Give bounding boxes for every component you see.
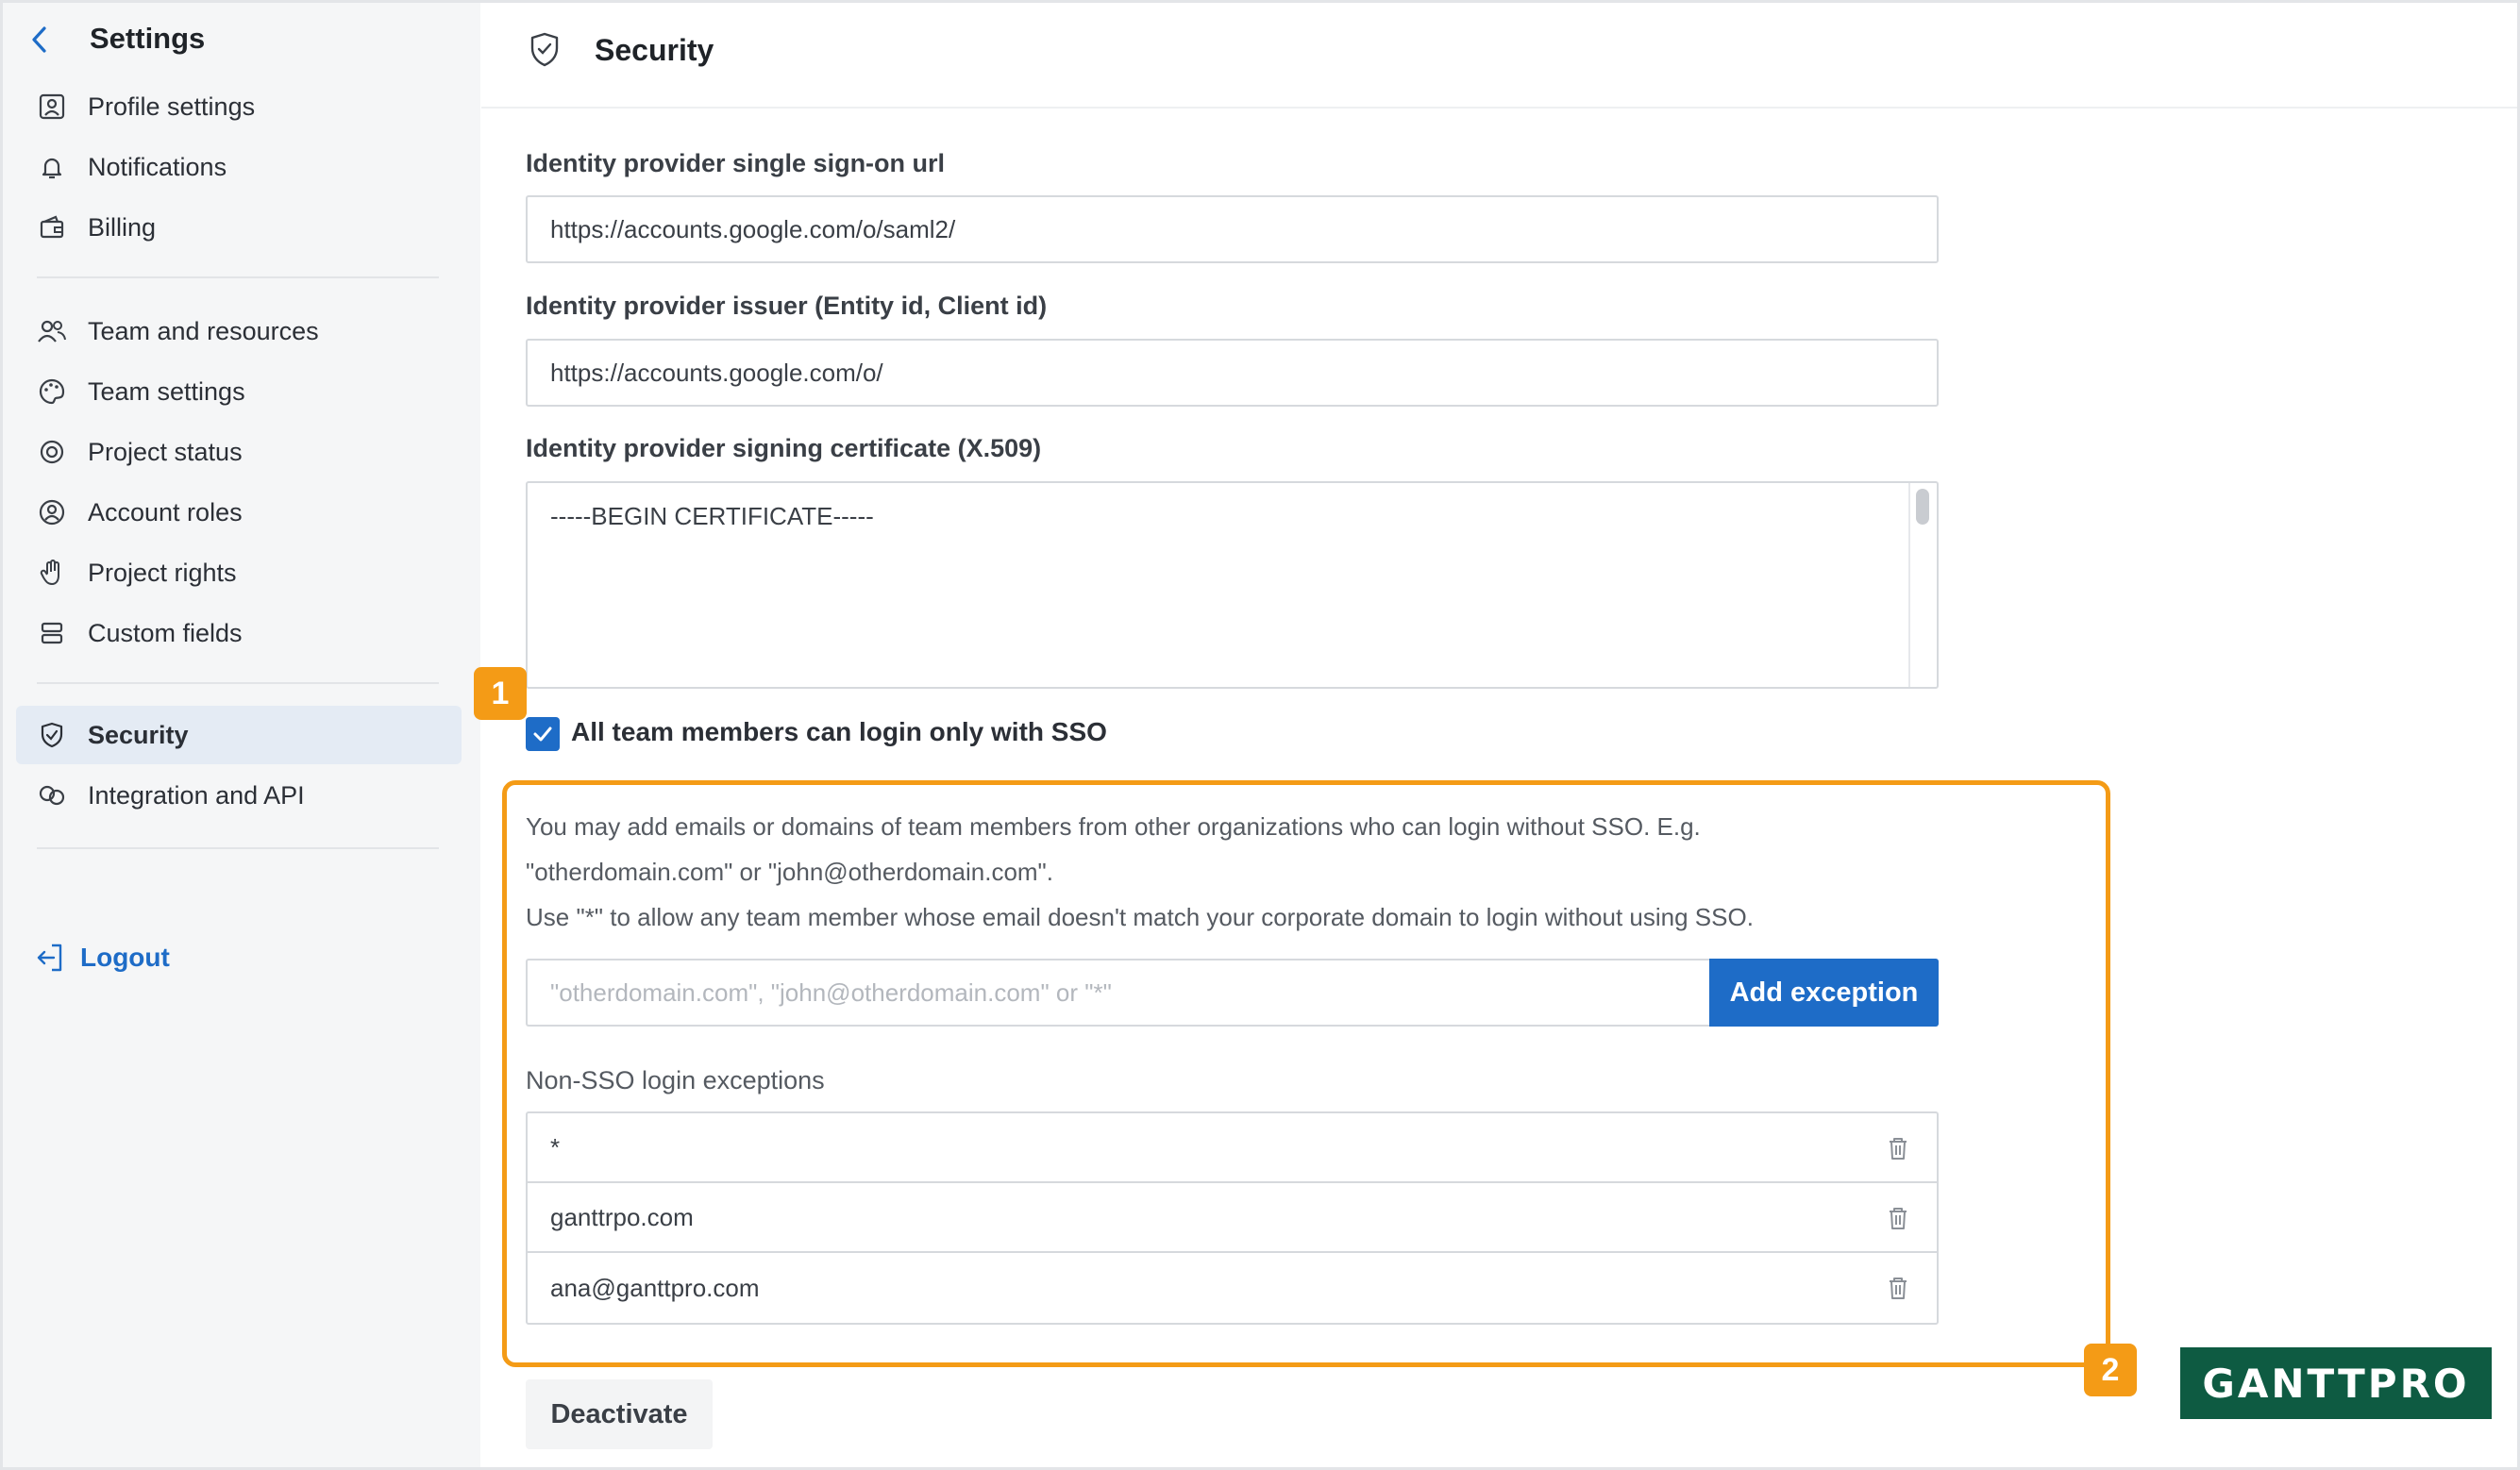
sidebar-item-label: Custom fields [88, 618, 243, 647]
add-exception-button[interactable]: Add exception [1709, 959, 1939, 1027]
exception-row: * [528, 1113, 1937, 1183]
integration-icon [35, 778, 69, 812]
sidebar-item-label: Notifications [88, 152, 227, 181]
wallet-icon [35, 210, 69, 244]
sidebar-item-team-and-resources[interactable]: Team and resources [16, 302, 462, 360]
sidebar-item-label: Billing [88, 212, 157, 242]
logout-label: Logout [80, 943, 170, 972]
shield-icon [529, 31, 563, 69]
trash-icon[interactable] [1884, 1274, 1912, 1302]
help-line: "otherdomain.com" or "john@otherdomain.c… [526, 858, 1054, 886]
exception-value: ana@ganttpro.com [550, 1273, 760, 1302]
exceptions-help-text: You may add emails or domains of team me… [526, 804, 2083, 940]
sidebar-item-notifications[interactable]: Notifications [16, 138, 462, 196]
exception-value: ganttrpo.com [550, 1202, 694, 1231]
exceptions-list: * ganttrpo.com ana@ganttpro.com [526, 1111, 1939, 1325]
user-circle-icon [35, 495, 69, 529]
back-button[interactable] [24, 24, 56, 56]
page-title: Security [595, 33, 714, 67]
help-line: Use "*" to allow any team member whose e… [526, 903, 1754, 931]
sidebar-title: Settings [90, 22, 206, 55]
sidebar-item-label: Account roles [88, 497, 243, 526]
hand-icon [35, 556, 69, 590]
sidebar-item-label: Security [88, 720, 189, 749]
bell-icon [35, 150, 69, 184]
sso-url-label: Identity provider single sign-on url [526, 149, 946, 177]
sidebar-divider [37, 276, 439, 278]
sidebar-item-label: Team and resources [88, 316, 319, 345]
sidebar-item-integration-and-api[interactable]: Integration and API [16, 766, 462, 825]
trash-icon[interactable] [1884, 1204, 1912, 1232]
exceptions-list-label: Non-SSO login exceptions [526, 1066, 825, 1094]
annotation-badge-1: 1 [474, 667, 527, 720]
shield-icon [35, 718, 69, 752]
profile-icon [35, 90, 69, 124]
status-icon [35, 435, 69, 469]
chevron-left-icon [32, 26, 46, 53]
sidebar-item-label: Profile settings [88, 92, 256, 121]
sidebar-item-security[interactable]: Security [16, 706, 462, 764]
exception-row: ganttrpo.com [528, 1183, 1937, 1253]
certificate-text: -----BEGIN CERTIFICATE----- [550, 502, 874, 530]
users-icon [35, 314, 69, 348]
sidebar-item-label: Integration and API [88, 780, 305, 810]
logout-link[interactable]: Logout [35, 942, 170, 974]
sidebar-divider [37, 847, 439, 849]
sidebar-item-project-rights[interactable]: Project rights [16, 543, 462, 602]
sidebar-item-custom-fields[interactable]: Custom fields [16, 604, 462, 662]
settings-sidebar: Settings Profile settings Notifications … [3, 3, 480, 1467]
sidebar-item-label: Project status [88, 437, 243, 466]
certificate-textarea[interactable]: -----BEGIN CERTIFICATE----- [526, 481, 1939, 689]
sso-only-label: All team members can login only with SSO [571, 717, 1107, 746]
certificate-label: Identity provider signing certificate (X… [526, 434, 1042, 462]
exception-row: ana@ganttpro.com [528, 1253, 1937, 1323]
page-header: Security [481, 3, 2517, 109]
issuer-input[interactable]: https://accounts.google.com/o/ [526, 339, 1939, 407]
exception-input[interactable]: "otherdomain.com", "john@otherdomain.com… [526, 959, 1710, 1027]
issuer-label: Identity provider issuer (Entity id, Cli… [526, 292, 1048, 320]
sidebar-item-team-settings[interactable]: Team settings [16, 362, 462, 421]
sidebar-item-label: Project rights [88, 558, 237, 587]
scrollbar-thumb[interactable] [1916, 489, 1929, 525]
annotation-badge-2: 2 [2084, 1344, 2137, 1396]
sidebar-item-profile-settings[interactable]: Profile settings [16, 77, 462, 136]
sidebar-divider [37, 682, 439, 684]
palette-icon [35, 375, 69, 409]
ganttpro-logo: GANTTPRO [2180, 1347, 2492, 1419]
sso-only-checkbox[interactable] [526, 717, 560, 751]
sidebar-item-project-status[interactable]: Project status [16, 423, 462, 481]
sidebar-item-billing[interactable]: Billing [16, 198, 462, 257]
help-line: You may add emails or domains of team me… [526, 812, 1701, 841]
sidebar-item-label: Team settings [88, 376, 245, 406]
certificate-scrollbar[interactable] [1908, 483, 1937, 687]
sso-url-input[interactable]: https://accounts.google.com/o/saml2/ [526, 195, 1939, 263]
trash-icon[interactable] [1884, 1134, 1912, 1162]
exception-value: * [550, 1132, 561, 1161]
fields-icon [35, 616, 69, 650]
sidebar-item-account-roles[interactable]: Account roles [16, 483, 462, 542]
logout-icon [37, 944, 62, 972]
deactivate-button[interactable]: Deactivate [526, 1379, 713, 1449]
checkmark-icon [533, 727, 552, 742]
